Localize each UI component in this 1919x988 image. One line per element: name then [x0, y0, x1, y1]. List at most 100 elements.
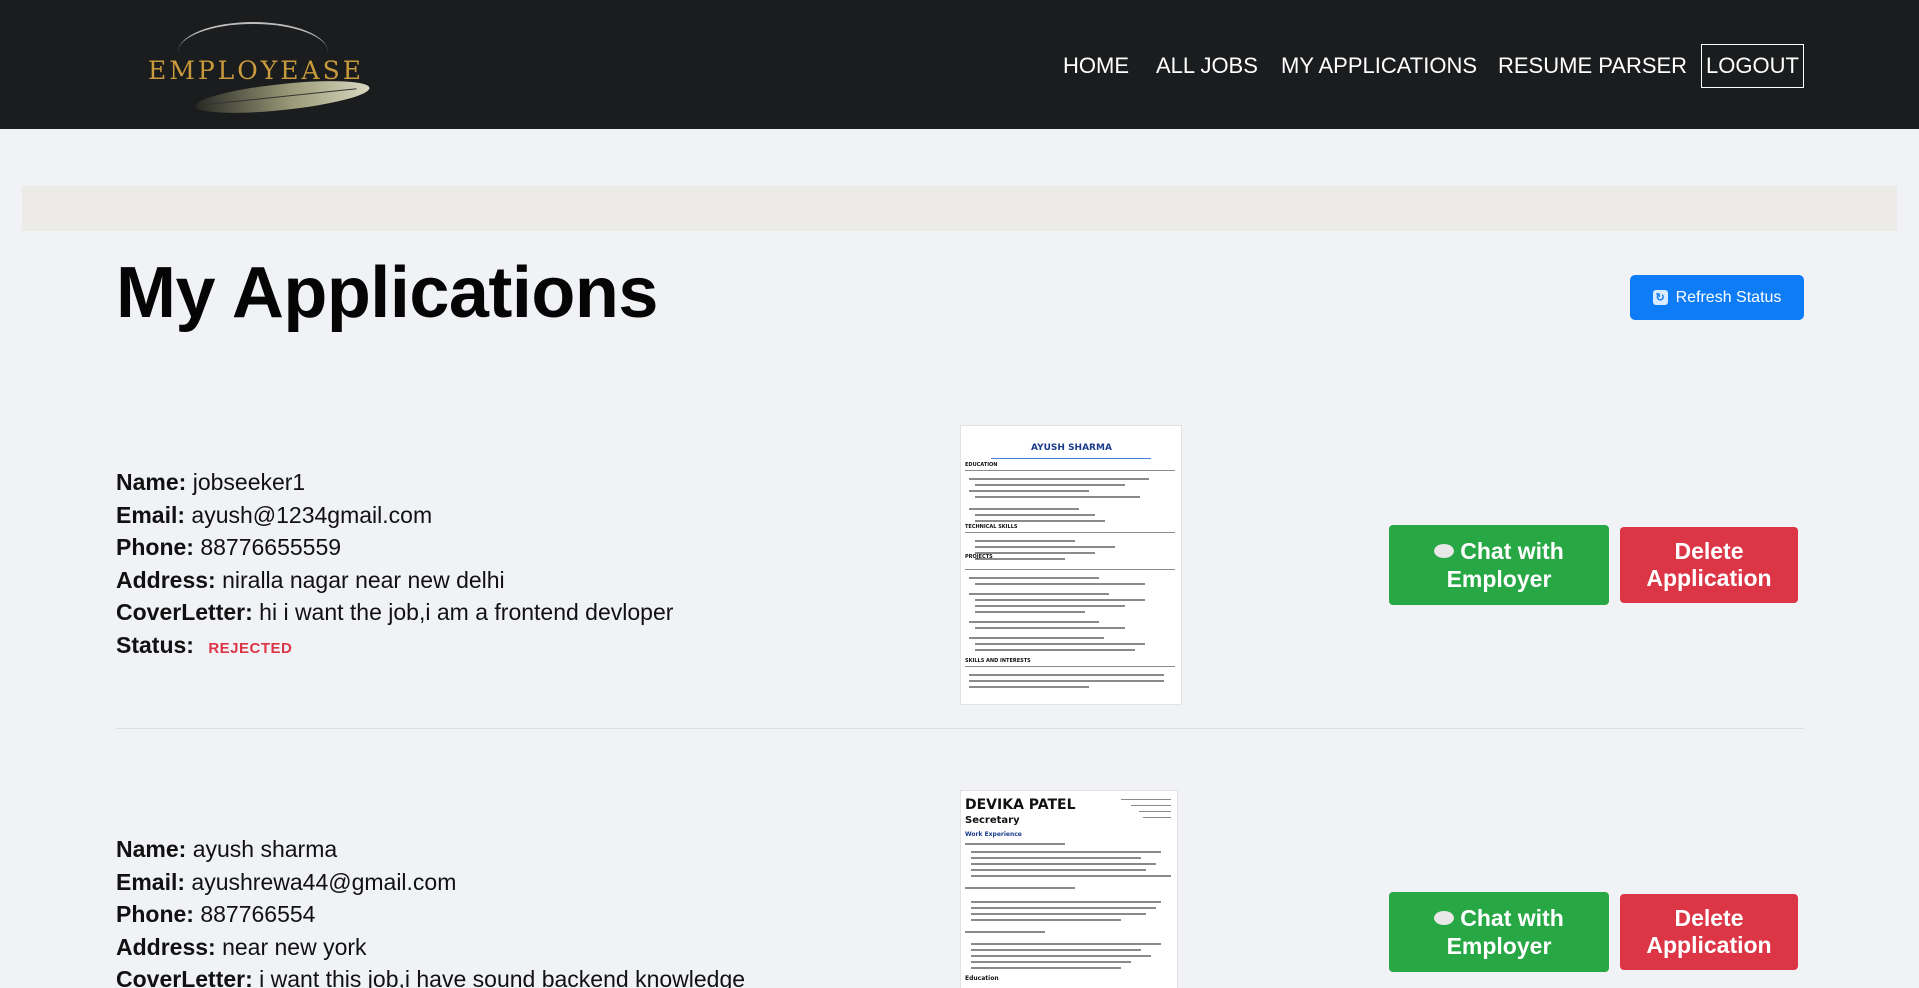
name-label: Name: [116, 469, 187, 495]
resume-text-line [971, 955, 1151, 957]
resume-text-line [965, 887, 1075, 889]
nav-my-applications[interactable]: MY APPLICATIONS [1281, 46, 1477, 86]
resume-section-education: EDUCATION [965, 462, 998, 468]
resume-text-line [975, 611, 1085, 613]
resume-text-line [1121, 799, 1171, 800]
employease-logo[interactable]: EMPLOYEASE [140, 18, 375, 120]
alert-placeholder-strip [22, 186, 1897, 231]
resume-text-line [971, 869, 1146, 871]
applicant-address-row: Address: niralla nagar near new delhi [116, 564, 673, 597]
applicant-name: ayush sharma [192, 836, 338, 862]
applicant-name-row: Name: ayush sharma [116, 833, 745, 866]
resume-rule [965, 666, 1175, 667]
chat-with-employer-button[interactable]: Chat with Employer [1389, 525, 1609, 605]
resume-text-line [971, 863, 1156, 865]
address-label: Address: [116, 933, 216, 960]
resume-text-line [975, 605, 1125, 607]
status-badge: REJECTED [208, 639, 293, 657]
resume-thumbnail[interactable]: DEVIKA PATEL Secretary Work Experience E… [960, 790, 1178, 988]
resume-text-line [975, 643, 1145, 645]
phone-label: Phone: [116, 534, 194, 560]
applicant-cover-letter-row: CoverLetter: i want this job,i have soun… [116, 963, 745, 988]
name-label: Name: [116, 836, 187, 862]
resume-text-line [975, 514, 1095, 516]
applicant-name: jobseeker1 [192, 469, 306, 495]
resume-text-line [969, 637, 1104, 639]
resume-text-line [975, 484, 1125, 486]
resume-section-projects: PROJECTS [965, 554, 993, 560]
nav-all-jobs[interactable]: ALL JOBS [1156, 46, 1258, 86]
refresh-status-button[interactable]: ↻ Refresh Status [1630, 275, 1804, 320]
page-title: My Applications [116, 253, 658, 333]
resume-text-line [975, 546, 1115, 548]
applicant-email-row: Email: ayush@1234gmail.com [116, 499, 673, 532]
resume-name: DEVIKA PATEL [965, 797, 1076, 813]
resume-section-skills: TECHNICAL SKILLS [965, 524, 1018, 530]
cover-letter-label: CoverLetter: [116, 599, 253, 625]
chat-bubble-icon [1434, 544, 1455, 558]
resume-text-line [969, 577, 1099, 579]
address-label: Address: [116, 566, 216, 593]
resume-text-line [975, 583, 1145, 585]
resume-text-line [971, 901, 1161, 903]
resume-section-interests: SKILLS AND INTERESTS [965, 658, 1031, 664]
resume-text-line [971, 907, 1156, 909]
applicant-phone: 88776655559 [200, 534, 342, 560]
resume-text-line [971, 913, 1146, 915]
chat-with-employer-button[interactable]: Chat with Employer [1389, 892, 1609, 972]
top-navbar: EMPLOYEASE HOME ALL JOBS MY APPLICATIONS… [0, 0, 1919, 129]
resume-name: AYUSH SHARMA [1031, 443, 1112, 453]
application-details: Name: jobseeker1 Email: ayush@1234gmail.… [116, 466, 673, 665]
resume-text-line [969, 680, 1164, 682]
chat-bubble-icon [1434, 911, 1455, 925]
resume-text-line [969, 674, 1164, 676]
resume-title: Secretary [965, 815, 1020, 826]
email-label: Email: [116, 868, 186, 895]
resume-text-line [971, 919, 1121, 921]
resume-section-education: Education [965, 975, 999, 982]
resume-text-line [971, 961, 1131, 963]
logout-button[interactable]: LOGOUT [1701, 44, 1804, 88]
resume-text-line [969, 478, 1149, 480]
applicant-email: ayush@1234gmail.com [191, 501, 433, 528]
resume-text-line [975, 649, 1135, 651]
resume-text-line [969, 490, 1089, 492]
resume-section-work: Work Experience [965, 831, 1022, 838]
resume-text-line [969, 593, 1109, 595]
applicant-address: near new york [222, 933, 367, 960]
applicant-phone: 887766554 [200, 901, 316, 927]
status-label: Status: [116, 631, 194, 658]
resume-rule [965, 532, 1175, 533]
resume-text-line [969, 686, 1089, 688]
chat-button-label: Chat with Employer [1446, 538, 1564, 592]
resume-links-line [991, 458, 1151, 459]
resume-thumbnail[interactable]: AYUSH SHARMA EDUCATION TECHNICAL SKILLS … [960, 425, 1182, 705]
resume-text-line [969, 508, 1079, 510]
applicant-email-row: Email: ayushrewa44@gmail.com [116, 866, 745, 899]
resume-text-line [971, 967, 1121, 969]
delete-application-button[interactable]: Delete Application [1620, 527, 1798, 603]
delete-application-button[interactable]: Delete Application [1620, 894, 1798, 970]
applicant-phone-row: Phone: 887766554 [116, 898, 745, 931]
applicant-cover-letter: i want this job,i have sound backend kno… [259, 966, 746, 988]
resume-text-line [975, 627, 1125, 629]
refresh-icon: ↻ [1652, 290, 1668, 305]
resume-text-line [975, 540, 1075, 542]
resume-text-line [971, 857, 1141, 859]
resume-text-line [965, 843, 1065, 845]
nav-home[interactable]: HOME [1063, 46, 1129, 86]
resume-text-line [975, 599, 1145, 601]
resume-text-line [1139, 811, 1171, 812]
applicant-address-row: Address: near new york [116, 931, 745, 964]
resume-text-line [971, 875, 1171, 877]
resume-text-line [975, 520, 1105, 522]
applicant-address: niralla nagar near new delhi [222, 566, 505, 593]
resume-text-line [971, 851, 1161, 853]
resume-rule [965, 569, 1175, 570]
application-divider [116, 728, 1804, 729]
chat-button-label: Chat with Employer [1446, 905, 1564, 959]
applicant-name-row: Name: jobseeker1 [116, 466, 673, 499]
resume-text-line [1143, 817, 1171, 818]
resume-text-line [975, 552, 1095, 554]
nav-resume-parser[interactable]: RESUME PARSER [1498, 46, 1687, 86]
